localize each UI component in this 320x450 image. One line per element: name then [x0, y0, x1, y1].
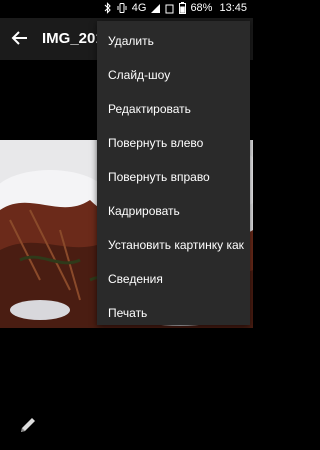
arrow-left-icon[interactable]: [10, 28, 30, 48]
status-bar: 4G 68% 13:45: [0, 0, 253, 18]
battery-icon: [179, 2, 187, 14]
vibrate-icon: [117, 3, 127, 13]
menu-item-rotate-left[interactable]: Повернуть влево: [97, 126, 250, 160]
signal-empty-icon: [165, 4, 174, 13]
status-icons: 4G 68% 13:45: [103, 2, 247, 14]
network-type: 4G: [131, 2, 147, 14]
pencil-icon[interactable]: [17, 414, 39, 436]
menu-item-slideshow[interactable]: Слайд-шоу: [97, 58, 250, 92]
menu-item-details[interactable]: Сведения: [97, 262, 250, 296]
menu-item-edit[interactable]: Редактировать: [97, 92, 250, 126]
menu-item-print[interactable]: Печать: [97, 296, 250, 330]
menu-item-crop[interactable]: Кадрировать: [97, 194, 250, 228]
signal-icon: [151, 3, 161, 13]
overflow-menu: Удалить Слайд-шоу Редактировать Повернут…: [97, 21, 250, 325]
menu-item-rotate-right[interactable]: Повернуть вправо: [97, 160, 250, 194]
menu-item-delete[interactable]: Удалить: [97, 24, 250, 58]
bluetooth-icon: [104, 2, 111, 14]
menu-item-set-as[interactable]: Установить картинку как: [97, 228, 250, 262]
page-title: IMG_201: [42, 30, 104, 47]
clock: 13:45: [219, 2, 247, 14]
battery-percent: 68%: [190, 2, 213, 14]
